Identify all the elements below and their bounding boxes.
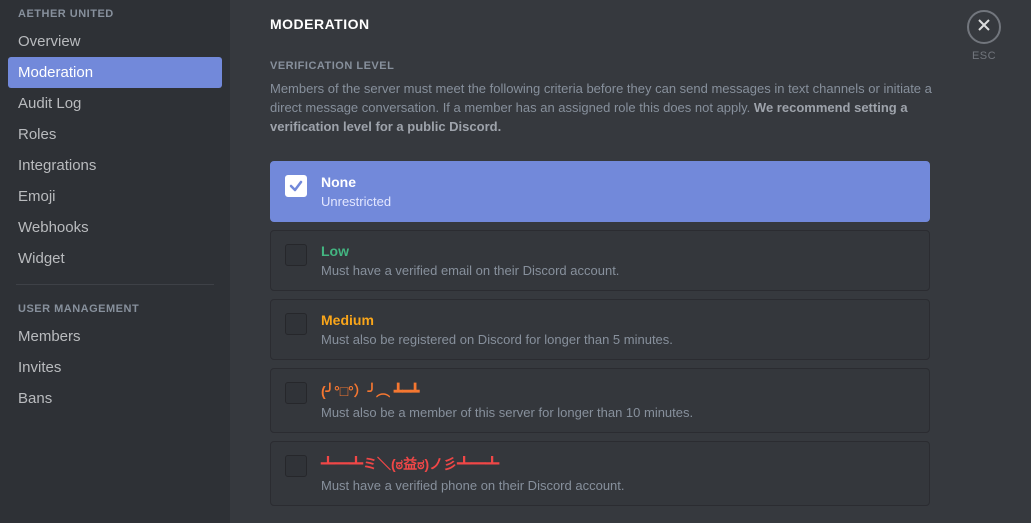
option-description: Must have a verified email on their Disc… (321, 263, 619, 278)
option-title: (╯°□°）╯︵ ┻━┻ (321, 381, 693, 401)
close-button[interactable] (967, 10, 1001, 44)
option-title: None (321, 174, 391, 190)
sidebar-item-bans[interactable]: Bans (8, 383, 222, 414)
checkbox[interactable] (285, 382, 307, 404)
checkbox[interactable] (285, 455, 307, 477)
page-title: MODERATION (270, 16, 971, 32)
sidebar-server-name: AETHER UNITED (8, 0, 222, 26)
option-description: Unrestricted (321, 194, 391, 209)
sidebar-item-moderation[interactable]: Moderation (8, 57, 222, 88)
checkbox[interactable] (285, 244, 307, 266)
verification-options: None Unrestricted Low Must have a verified … (270, 161, 930, 506)
sidebar-item-webhooks[interactable]: Webhooks (8, 212, 222, 243)
sidebar-item-emoji[interactable]: Emoji (8, 181, 222, 212)
esc-label: ESC (967, 50, 1001, 62)
option-title: ┻━┻ミ＼(ಠ益ಠ)ノ彡┻━┻ (321, 454, 625, 474)
verification-option-medium[interactable]: Medium Must also be registered on Discord… (270, 299, 930, 360)
verification-option-low[interactable]: Low Must have a verified email on their D… (270, 230, 930, 291)
checkbox[interactable] (285, 175, 307, 197)
option-title: Medium (321, 312, 673, 328)
sidebar-item-integrations[interactable]: Integrations (8, 150, 222, 181)
section-description: Members of the server must meet the foll… (270, 80, 950, 137)
verification-option-none[interactable]: None Unrestricted (270, 161, 930, 222)
sidebar-item-invites[interactable]: Invites (8, 352, 222, 383)
sidebar-item-roles[interactable]: Roles (8, 119, 222, 150)
sidebar-item-audit-log[interactable]: Audit Log (8, 88, 222, 119)
sidebar-section-user-management: USER MANAGEMENT (8, 295, 222, 321)
checkbox[interactable] (285, 313, 307, 335)
option-description: Must also be a member of this server for… (321, 405, 693, 420)
sidebar-item-overview[interactable]: Overview (8, 26, 222, 57)
option-description: Must have a verified phone on their Disc… (321, 478, 625, 493)
sidebar-item-members[interactable]: Members (8, 321, 222, 352)
close-icon (976, 17, 992, 37)
option-title: Low (321, 243, 619, 259)
close-area: ESC (967, 10, 1001, 62)
verification-option-extreme[interactable]: ┻━┻ミ＼(ಠ益ಠ)ノ彡┻━┻ Must have a verified phon… (270, 441, 930, 506)
sidebar-item-widget[interactable]: Widget (8, 243, 222, 274)
sidebar-separator (16, 284, 214, 285)
section-title: VERIFICATION LEVEL (270, 60, 971, 72)
option-description: Must also be registered on Discord for l… (321, 332, 673, 347)
settings-main: ESC MODERATION VERIFICATION LEVEL Member… (230, 0, 1031, 523)
verification-option-high[interactable]: (╯°□°）╯︵ ┻━┻ Must also be a member of thi… (270, 368, 930, 433)
settings-sidebar: AETHER UNITED OverviewModerationAudit Lo… (0, 0, 230, 523)
